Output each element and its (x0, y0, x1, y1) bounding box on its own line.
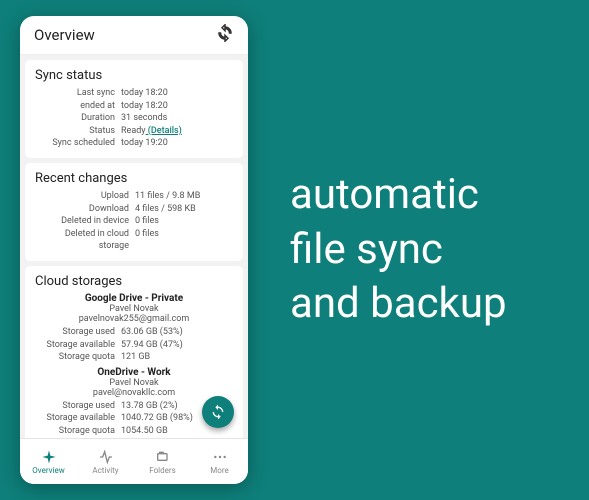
nav-label: Activity (92, 466, 118, 475)
row-label: Last sync (35, 87, 121, 100)
stat-row: Storage available57.94 GB (47%) (35, 339, 233, 352)
row-label: Deleted in cloud storage (35, 228, 135, 253)
stat-row: Storage quota121 GB (35, 351, 233, 364)
stat-row: ended attoday 18:20 (35, 100, 233, 113)
row-label: Deleted in device (35, 215, 135, 228)
nav-more[interactable]: More (191, 439, 248, 484)
folders-icon (155, 449, 171, 465)
row-label: Storage available (35, 339, 121, 352)
stat-row: Download4 files / 598 KB (35, 203, 233, 216)
row-value: 31 seconds (121, 112, 167, 125)
storage-account[interactable]: OneDrive - WorkPavel Novakpavel@novakllc… (35, 367, 233, 438)
nav-label: Folders (149, 466, 175, 475)
storage-name: OneDrive - Work (35, 367, 233, 378)
details-link[interactable]: (Details) (146, 126, 182, 136)
row-label: Download (35, 203, 135, 216)
row-label: Storage quota (35, 425, 121, 438)
row-value: 1040.72 GB (98%) (121, 412, 193, 425)
row-label: ended at (35, 100, 121, 113)
stat-row: StatusReady (Details) (35, 125, 233, 138)
row-label: Status (35, 125, 121, 138)
activity-icon (98, 449, 114, 465)
stat-row: Storage used63.06 GB (53%) (35, 326, 233, 339)
row-label: Sync scheduled (35, 137, 121, 150)
stat-row: Storage quota1054.50 GB (35, 425, 233, 438)
row-value: 121 GB (121, 351, 150, 364)
storage-name: Google Drive - Private (35, 293, 233, 304)
nav-label: Overview (32, 466, 64, 475)
nav-folders[interactable]: Folders (134, 439, 191, 484)
row-value: today 18:20 (121, 87, 168, 100)
row-label: Upload (35, 190, 135, 203)
storage-email: pavel@novakllc.com (35, 388, 233, 398)
row-value: 1054.50 GB (121, 425, 168, 438)
stat-row: Deleted in cloud storage0 files (35, 228, 233, 253)
nav-label: More (210, 466, 228, 475)
row-label: Storage used (35, 400, 121, 413)
stat-row: Upload11 files / 9.8 MB (35, 190, 233, 203)
card-title: Recent changes (35, 171, 233, 186)
row-label: Duration (35, 112, 121, 125)
storage-account[interactable]: Google Drive - PrivatePavel Novakpavelno… (35, 293, 233, 364)
card-title: Cloud storages (35, 274, 233, 289)
row-value: 63.06 GB (53%) (121, 326, 183, 339)
row-value: today 19:20 (121, 137, 168, 150)
phone-frame: Overview Sync status Last synctoday 18:2… (20, 16, 248, 484)
row-value: today 18:20 (121, 100, 168, 113)
sync-fab[interactable] (202, 396, 234, 428)
stat-row: Duration31 seconds (35, 112, 233, 125)
sync-icon[interactable] (216, 24, 234, 46)
sync-status-card[interactable]: Sync status Last synctoday 18:20ended at… (25, 60, 243, 158)
nav-overview[interactable]: Overview (20, 439, 77, 484)
row-value: 57.94 GB (47%) (121, 339, 183, 352)
storage-user: Pavel Novak (35, 378, 233, 388)
row-value: Ready (Details) (121, 125, 182, 138)
sparkle-icon (41, 449, 57, 465)
row-label: Storage quota (35, 351, 121, 364)
scroll-content[interactable]: Sync status Last synctoday 18:20ended at… (20, 55, 248, 438)
more-icon (212, 449, 228, 465)
stat-row: Sync scheduledtoday 19:20 (35, 137, 233, 150)
nav-activity[interactable]: Activity (77, 439, 134, 484)
card-title: Sync status (35, 68, 233, 83)
recent-changes-card[interactable]: Recent changes Upload11 files / 9.8 MBDo… (25, 163, 243, 261)
row-label: Storage used (35, 326, 121, 339)
app-header: Overview (20, 16, 248, 55)
row-label: Storage available (35, 412, 121, 425)
bottom-nav: Overview Activity Folders More (20, 438, 248, 484)
page-title: Overview (34, 26, 95, 44)
row-value: 11 files / 9.8 MB (135, 190, 200, 203)
row-value: 0 files (135, 228, 159, 253)
stat-row: Last synctoday 18:20 (35, 87, 233, 100)
marketing-text: automatic file sync and backup (290, 168, 507, 332)
row-value: 0 files (135, 215, 159, 228)
row-value: 13.78 GB (2%) (121, 400, 178, 413)
storage-email: pavelnovak255@gmail.com (35, 314, 233, 324)
stat-row: Deleted in device0 files (35, 215, 233, 228)
storage-user: Pavel Novak (35, 304, 233, 314)
row-value: 4 files / 598 KB (135, 203, 196, 216)
marketing-panel: automatic file sync and backup (248, 168, 569, 332)
